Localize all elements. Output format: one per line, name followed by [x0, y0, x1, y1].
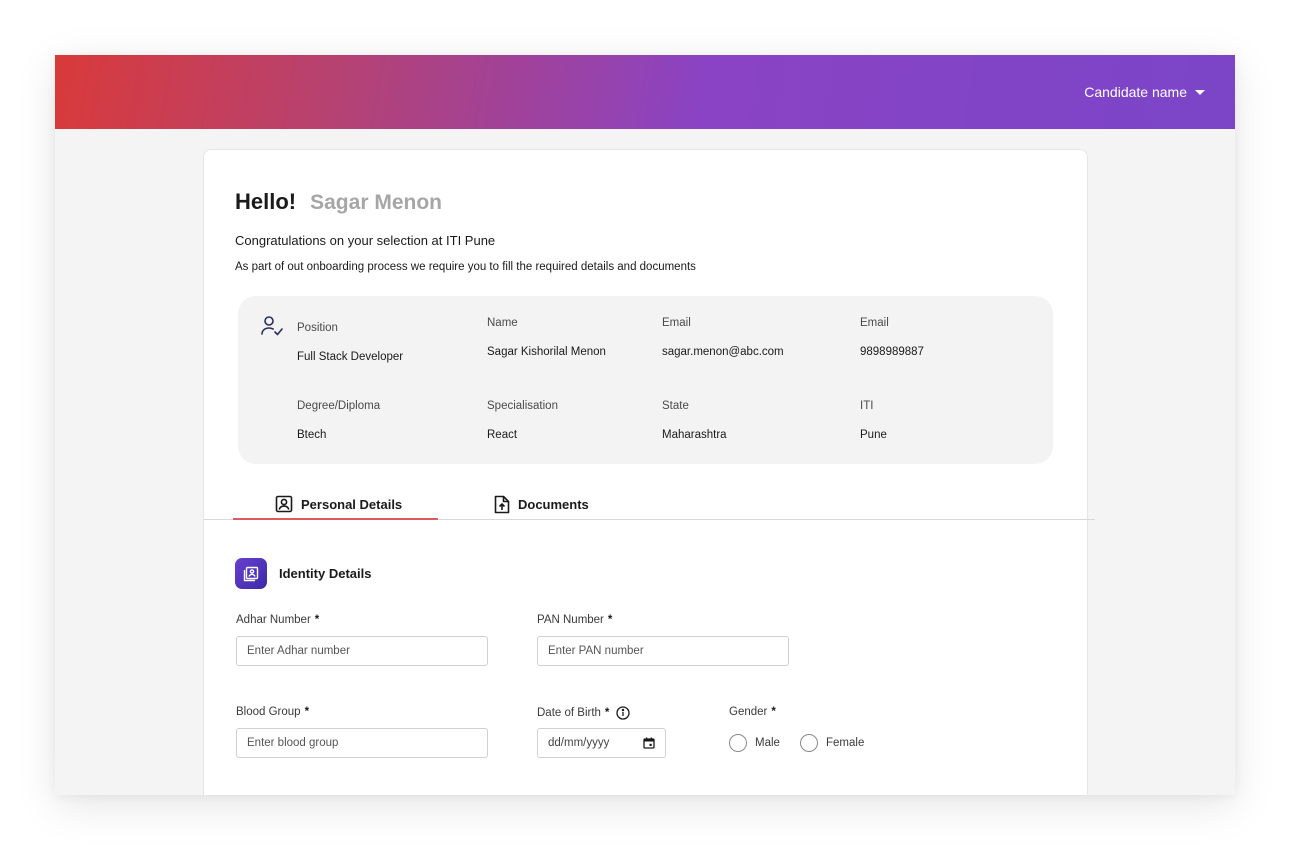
- gender-option-male[interactable]: Male: [729, 734, 780, 752]
- app-window: Candidate name Hello! Sagar Menon Congra…: [55, 55, 1235, 795]
- chevron-down-icon: [1195, 89, 1205, 95]
- tab-personal-details[interactable]: Personal Details: [275, 495, 402, 513]
- field-value: Pune: [860, 429, 887, 441]
- user-menu-label: Candidate name: [1084, 84, 1187, 100]
- user-menu-dropdown[interactable]: Candidate name: [1084, 84, 1205, 100]
- field-value: sagar.menon@abc.com: [662, 346, 784, 358]
- field-degree: Degree/Diploma Btech: [297, 400, 380, 441]
- field-value: Maharashtra: [662, 429, 727, 441]
- required-mark: *: [314, 614, 320, 626]
- greeting: Hello! Sagar Menon: [235, 189, 442, 215]
- instruction-text: As part of out onboarding process we req…: [235, 261, 696, 273]
- adhar-number-input[interactable]: [236, 636, 488, 666]
- person-badge-icon: [275, 495, 293, 513]
- field-label: Degree/Diploma: [297, 400, 381, 412]
- pan-number-input[interactable]: [537, 636, 789, 666]
- field-state: State Maharashtra: [662, 400, 727, 441]
- congrats-text: Congratulations on your selection at ITI…: [235, 233, 496, 248]
- label-text: PAN Number: [537, 614, 604, 626]
- onboarding-card: Hello! Sagar Menon Congratulations on yo…: [203, 149, 1095, 795]
- field-value: 9898989887: [860, 346, 924, 358]
- gender-option-female[interactable]: Female: [800, 734, 864, 752]
- radio-button[interactable]: [729, 734, 747, 752]
- active-tab-indicator: [233, 518, 438, 520]
- label-text: Blood Group: [236, 706, 301, 718]
- dob-label: Date of Birth *: [537, 706, 631, 720]
- field-value: React: [487, 429, 518, 441]
- field-label: Email: [662, 317, 691, 329]
- field-value: Sagar Kishorilal Menon: [487, 346, 606, 358]
- section-title: Identity Details: [279, 566, 372, 581]
- label-text: Date of Birth: [537, 707, 601, 719]
- gender-label: Gender *: [729, 706, 776, 718]
- field-position: Position Full Stack Developer: [297, 322, 403, 363]
- tab-label: Personal Details: [301, 496, 403, 512]
- blood-group-input[interactable]: [236, 728, 488, 758]
- field-label: ITI: [860, 400, 874, 412]
- label-text: Gender: [729, 706, 768, 718]
- date-placeholder: dd/mm/yyyy: [548, 737, 610, 749]
- radio-label: Female: [826, 737, 865, 749]
- field-value: Full Stack Developer: [297, 351, 404, 363]
- required-mark: *: [604, 707, 610, 719]
- required-mark: *: [607, 614, 613, 626]
- field-iti: ITI Pune: [860, 400, 887, 441]
- field-specialisation: Specialisation React: [487, 400, 558, 441]
- field-email: Email sagar.menon@abc.com: [662, 317, 784, 358]
- pan-label: PAN Number *: [537, 614, 612, 626]
- radio-button[interactable]: [800, 734, 818, 752]
- field-label: Name: [487, 317, 518, 329]
- tab-label: Documents: [518, 497, 589, 512]
- field-label: Email: [860, 317, 889, 329]
- required-mark: *: [771, 706, 776, 718]
- tab-documents[interactable]: Documents: [494, 495, 589, 514]
- file-upload-icon: [494, 495, 510, 514]
- info-icon[interactable]: [616, 706, 631, 720]
- label-text: Adhar Number: [236, 614, 311, 626]
- calendar-icon[interactable]: [643, 737, 655, 749]
- required-mark: *: [304, 706, 310, 718]
- radio-label: Male: [755, 737, 780, 749]
- date-of-birth-input[interactable]: dd/mm/yyyy: [537, 728, 666, 758]
- field-label: Specialisation: [487, 400, 558, 412]
- field-name: Name Sagar Kishorilal Menon: [487, 317, 606, 358]
- field-value: Btech: [297, 429, 327, 441]
- greeting-candidate-name: Sagar Menon: [310, 191, 442, 214]
- blood-group-label: Blood Group *: [236, 706, 309, 718]
- user-check-icon: [261, 316, 283, 336]
- candidate-info-panel: Position Full Stack Developer Name Sagar…: [238, 296, 1053, 464]
- greeting-hello: Hello!: [235, 189, 297, 214]
- top-header-bar: Candidate name: [55, 55, 1235, 129]
- adhar-label: Adhar Number *: [236, 614, 319, 626]
- identity-card-icon: [235, 558, 267, 589]
- field-label: State: [662, 400, 689, 412]
- field-phone: Email 9898989887: [860, 317, 924, 358]
- field-label: Position: [297, 322, 338, 334]
